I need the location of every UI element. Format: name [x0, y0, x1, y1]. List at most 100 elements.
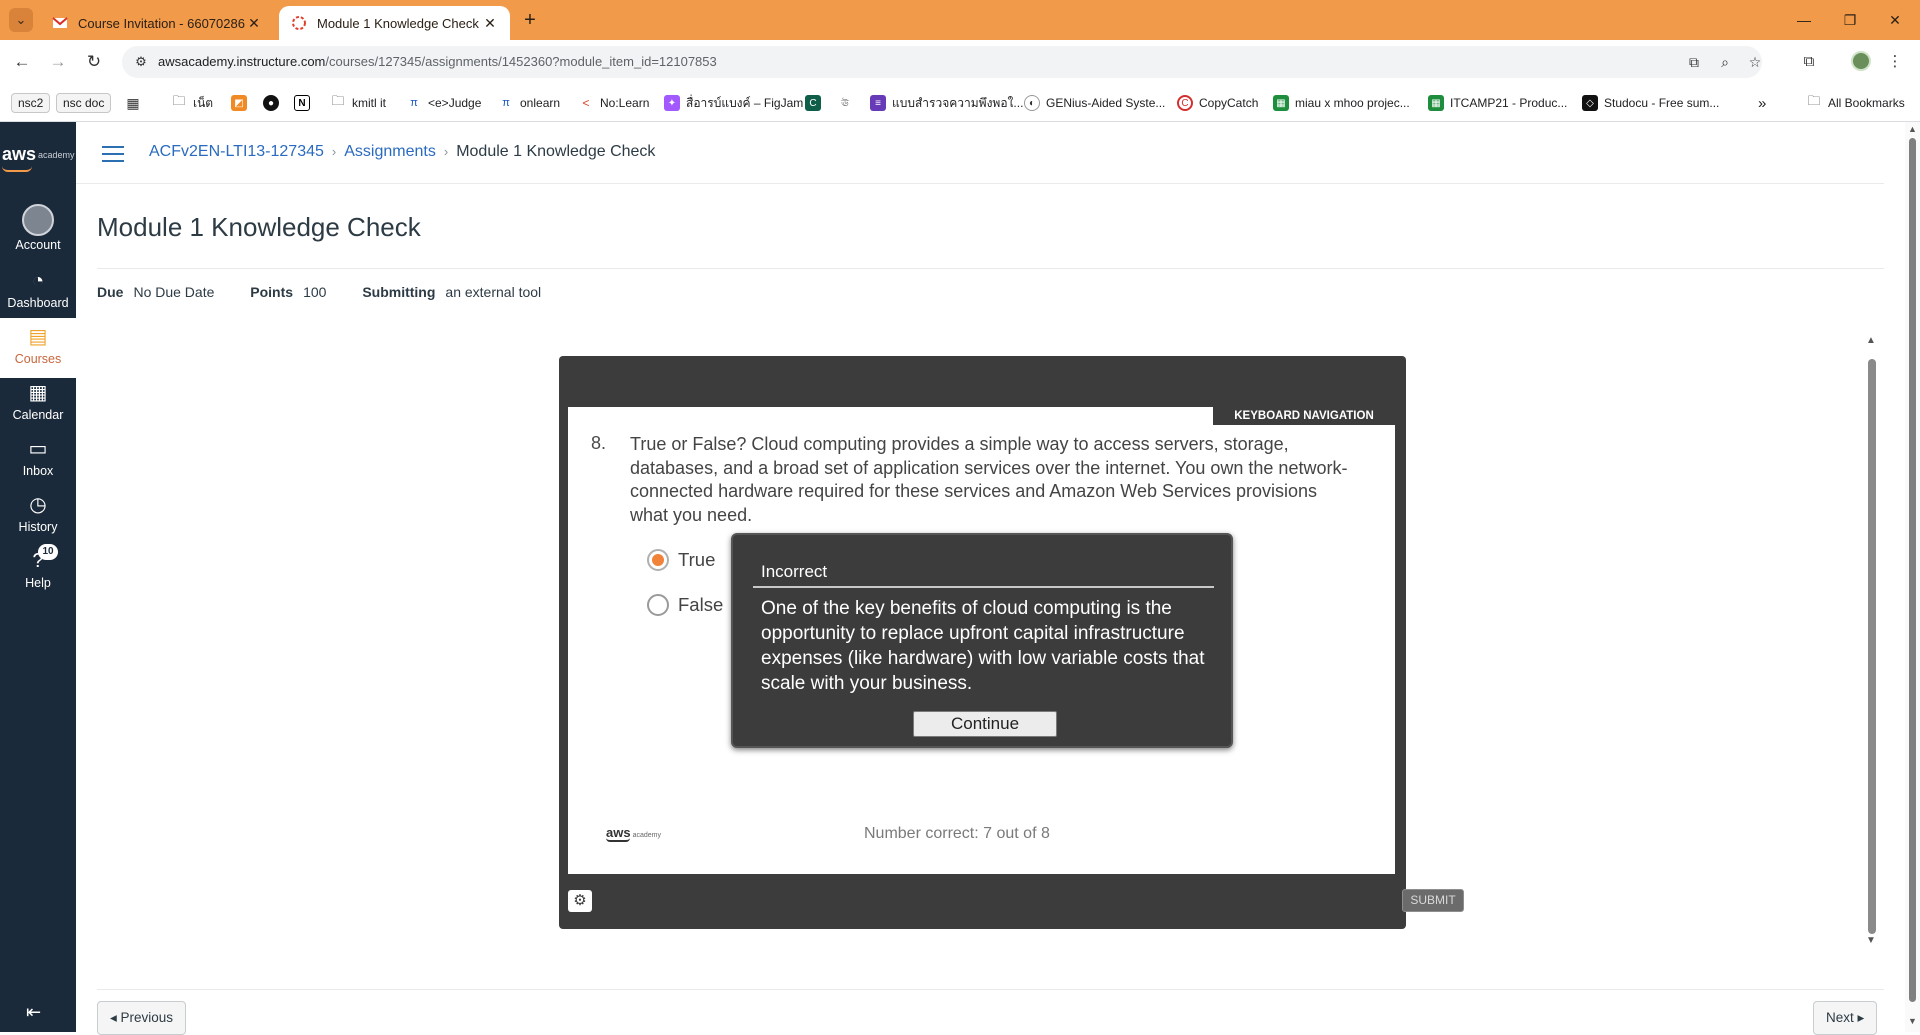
all-bookmarks[interactable]: 🗀 All Bookmarks	[1806, 92, 1904, 114]
nav-history[interactable]: ◷ History	[0, 492, 76, 548]
bookmark-folder-kmitl[interactable]: 🗀 kmitl it	[330, 92, 386, 114]
scroll-up-icon[interactable]: ▲	[1908, 124, 1917, 134]
bookmark-apps[interactable]: ▦	[125, 92, 147, 114]
tab-course-invitation[interactable]: Course Invitation - 66070286@ ✕	[40, 6, 274, 40]
inbox-icon: ▭	[28, 438, 48, 460]
notion-icon: N	[294, 95, 310, 111]
continue-button[interactable]: Continue	[913, 711, 1057, 737]
nav-dashboard[interactable]: ◔ Dashboard	[0, 268, 76, 324]
bookmark-genius[interactable]: ◐ GENius-Aided Syste...	[1024, 92, 1165, 114]
bookmark-onlearn[interactable]: π onlearn	[498, 92, 560, 114]
divider	[753, 586, 1214, 588]
url-text: awsacademy.instructure.com/courses/12734…	[158, 54, 717, 69]
menu-icon[interactable]: ⋮	[1883, 50, 1907, 74]
gmail-icon	[52, 17, 68, 28]
scrollbar-thumb[interactable]	[1909, 138, 1916, 1002]
aws-smile-icon	[2, 166, 32, 172]
close-tab-icon[interactable]: ✕	[246, 15, 262, 32]
previous-button[interactable]: ◂ Previous	[97, 1001, 187, 1035]
nav-calendar[interactable]: ▦ Calendar	[0, 380, 76, 436]
figma-icon: ✦	[664, 95, 680, 111]
keyboard-navigation-button[interactable]: KEYBOARD NAVIGATION	[1213, 407, 1395, 425]
forward-icon[interactable]: →	[46, 50, 70, 74]
option-false[interactable]: False	[647, 594, 723, 616]
bookmark-github[interactable]: ●	[263, 92, 285, 114]
bookmark-notion[interactable]: N	[294, 92, 316, 114]
tab-title: Course Invitation - 66070286@	[78, 15, 246, 31]
breadcrumb-course[interactable]: ACFv2EN-LTI13-127345	[149, 143, 324, 160]
settings-gear-icon[interactable]: ⚙	[568, 890, 592, 912]
bookmark-canva[interactable]: C	[805, 92, 827, 114]
close-window-icon[interactable]: ✕	[1883, 8, 1907, 32]
bookmark-miau[interactable]: ▦ miau x mhoo projec...	[1273, 92, 1410, 114]
divider	[97, 268, 1884, 269]
breadcrumb-current: Module 1 Knowledge Check	[456, 143, 656, 160]
scroll-up-icon[interactable]: ▲	[1866, 335, 1876, 346]
radio-button-selected[interactable]	[647, 549, 669, 571]
due-label: Due	[97, 284, 124, 300]
bookmark-copycatch[interactable]: C CopyCatch	[1177, 92, 1258, 114]
bookmark-nsc-doc[interactable]: nsc doc	[56, 93, 112, 113]
submit-button[interactable]: SUBMIT	[1402, 889, 1464, 912]
breadcrumb-assignments[interactable]: Assignments	[344, 143, 436, 160]
breadcrumb: ACFv2EN-LTI13-127345 › Assignments › Module …	[149, 143, 655, 161]
browser-chrome: ⌄ Course Invitation - 66070286@ ✕ Module…	[0, 0, 1920, 122]
bookmark-star-icon[interactable]: ☆	[1745, 52, 1765, 72]
restore-icon[interactable]: ❐	[1838, 8, 1862, 32]
scroll-down-icon[interactable]: ▼	[1908, 1016, 1917, 1026]
bookmark-figjam[interactable]: ✦ สื่อารบ์แบงค์ – FigJam	[664, 92, 803, 114]
bookmark-folder-net[interactable]: 🗀 เน็ต	[171, 92, 213, 114]
course-header: ACFv2EN-LTI13-127345 › Assignments › Module …	[76, 122, 1884, 184]
page-title: Module 1 Knowledge Check	[97, 212, 421, 242]
more-bookmarks-icon[interactable]: »	[1758, 92, 1766, 114]
sheets-icon: ▦	[1428, 95, 1444, 111]
reload-icon[interactable]: ↻	[82, 50, 106, 74]
radio-button[interactable]	[647, 594, 669, 616]
nolearn-icon: <	[582, 96, 590, 110]
new-tab-icon[interactable]: +	[520, 10, 540, 30]
scroll-down-icon[interactable]: ▼	[1866, 935, 1876, 946]
site-info-icon[interactable]: ⚙	[132, 53, 150, 71]
bookmark-itcamp[interactable]: ▦ ITCAMP21 - Produc...	[1428, 92, 1567, 114]
tab-module-knowledge-check[interactable]: Module 1 Knowledge Check ✕	[279, 6, 510, 40]
collapse-nav-icon[interactable]: ⇤	[26, 1002, 41, 1023]
page-scrollbar[interactable]: ▲ ▼	[1905, 122, 1920, 1032]
install-app-icon[interactable]: ⧉	[1684, 52, 1704, 72]
address-bar[interactable]: ⚙ awsacademy.instructure.com/courses/127…	[122, 46, 1762, 78]
nav-label: Calendar	[12, 408, 64, 422]
close-tab-icon[interactable]: ✕	[482, 15, 498, 32]
profile-avatar[interactable]	[1851, 51, 1871, 71]
minimize-icon[interactable]: —	[1792, 8, 1816, 32]
bookmark-site[interactable]: ঊ	[837, 92, 859, 114]
tab-search-icon[interactable]: ⌄	[9, 8, 33, 32]
next-button[interactable]: Next ▸	[1813, 1001, 1878, 1035]
bookmark-nolearn[interactable]: < No:Learn	[578, 92, 649, 114]
bookmark-ejudge[interactable]: π <e>Judge	[406, 92, 481, 114]
apps-grid-icon: ▦	[126, 94, 140, 111]
copycatch-icon: C	[1177, 95, 1193, 111]
nav-help[interactable]: ? 10 Help	[0, 544, 76, 604]
dashboard-icon: ◔	[31, 270, 45, 292]
bookmark-nsc2[interactable]: nsc2	[11, 93, 51, 113]
nav-label: Inbox	[22, 464, 54, 478]
bookmark-orange[interactable]: ◩	[231, 92, 253, 114]
due-value: No Due Date	[133, 284, 215, 300]
option-true[interactable]: True	[647, 549, 715, 571]
course-menu-icon[interactable]	[102, 146, 124, 162]
scrollbar-thumb[interactable]	[1868, 359, 1876, 934]
aws-academy-logo[interactable]: aws academy	[0, 144, 76, 180]
bookmark-survey[interactable]: ≡ แบบสำรวจความพึงพอใ...	[870, 92, 1023, 114]
extensions-icon[interactable]: ⧉	[1797, 50, 1821, 74]
nav-inbox[interactable]: ▭ Inbox	[0, 436, 76, 492]
nav-account[interactable]: Account	[0, 204, 76, 260]
submitting-label: Submitting	[362, 284, 436, 300]
bookmark-studocu[interactable]: ◇ Studocu - Free sum...	[1582, 92, 1719, 114]
option-label: True	[678, 549, 716, 570]
aws-smile-icon	[606, 838, 630, 842]
github-icon: ●	[263, 95, 279, 111]
zoom-icon[interactable]: ⌕	[1715, 52, 1735, 72]
studocu-icon: ◇	[1582, 95, 1598, 111]
nav-courses[interactable]: ▤ Courses	[0, 318, 76, 378]
back-icon[interactable]: ←	[10, 50, 34, 74]
embed-scrollbar[interactable]: ▲ ▼	[1866, 335, 1878, 947]
